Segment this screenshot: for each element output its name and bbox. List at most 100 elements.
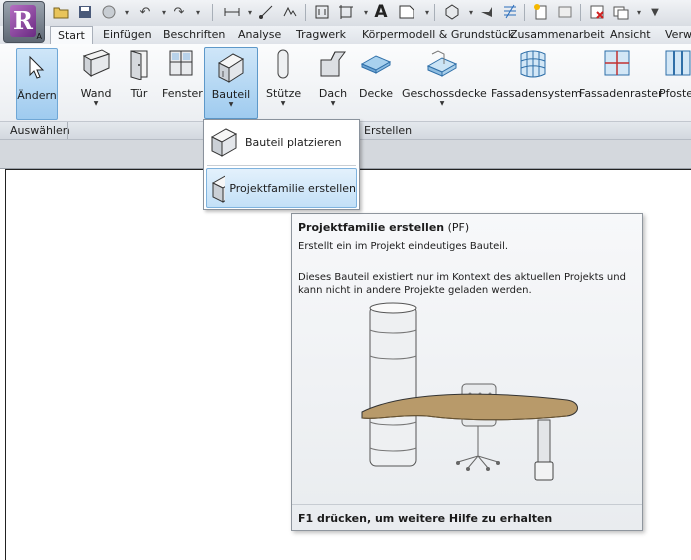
- menu-item-label: Bauteil platzieren: [245, 135, 342, 149]
- wand-button[interactable]: Wand ▼: [78, 48, 114, 108]
- chevron-down-icon[interactable]: ▼: [402, 100, 482, 107]
- bauteil-label: Bauteil: [211, 88, 251, 101]
- dach-label: Dach: [318, 87, 348, 100]
- geschossdecke-label: Geschossdecke: [402, 87, 487, 100]
- chevron-down-icon[interactable]: ▾: [119, 4, 135, 20]
- quick-access-toolbar: ▾ ↶ ▾ ↷ ▾ ▾ ▾ A ▾ ▾ ▾ ▼: [0, 0, 691, 27]
- tooltip: Projektfamilie erstellen (PF) Erstellt e…: [291, 213, 643, 531]
- tab-zusammenarbeit[interactable]: Zusammenarbeit: [510, 26, 605, 43]
- tab-start[interactable]: Start: [50, 26, 93, 45]
- 3d-view-icon[interactable]: [444, 4, 460, 20]
- tooltip-description: Erstellt ein im Projekt eindeutiges Baut…: [298, 241, 509, 252]
- tab-tragwerk[interactable]: Tragwerk: [296, 26, 346, 43]
- application-menu-button[interactable]: R A: [3, 1, 45, 43]
- pfosten-label: Pfoste: [659, 87, 691, 100]
- spot-elevation-icon[interactable]: [282, 4, 298, 20]
- undo-icon[interactable]: ↶: [137, 4, 153, 20]
- wall-icon: [82, 49, 111, 78]
- fassadensystem-button[interactable]: Fassadensystem: [491, 48, 582, 108]
- curtain-system-icon: [520, 50, 546, 78]
- tooltip-title-text: Projektfamilie erstellen: [298, 221, 445, 234]
- tab-ansicht[interactable]: Ansicht: [610, 26, 651, 43]
- menu-item-label: Projektfamilie erstellen: [229, 181, 356, 195]
- chevron-down-icon[interactable]: ▼: [205, 101, 257, 108]
- toolbar-divider: [524, 4, 525, 21]
- chevron-down-icon[interactable]: ▾: [242, 4, 258, 20]
- save-icon[interactable]: [77, 4, 93, 20]
- tab-einfuegen[interactable]: Einfügen: [103, 26, 152, 43]
- measure-icon[interactable]: [224, 4, 240, 20]
- aligned-dimension-icon[interactable]: [258, 4, 274, 20]
- wand-label: Wand: [80, 87, 112, 100]
- tab-analyse[interactable]: Analyse: [238, 26, 281, 43]
- tooltip-help-hint: F1 drücken, um weitere Hilfe zu erhalten: [298, 512, 553, 525]
- dach-button[interactable]: Dach ▼: [316, 48, 350, 108]
- switch-windows-icon[interactable]: [613, 4, 629, 20]
- chevron-down-icon[interactable]: ▾: [156, 4, 172, 20]
- chevron-down-icon[interactable]: ▼: [316, 100, 350, 107]
- tooltip-shortcut: (PF): [447, 221, 470, 234]
- toolbar-divider: [305, 4, 306, 21]
- open-icon[interactable]: [53, 4, 69, 20]
- section-icon[interactable]: [478, 4, 494, 20]
- door-icon: [130, 50, 148, 80]
- chevron-down-icon[interactable]: ▾: [463, 4, 479, 20]
- tab-beschriften[interactable]: Beschriften: [163, 26, 225, 43]
- fenster-button[interactable]: Fenster: [162, 48, 203, 108]
- section-box-icon[interactable]: [338, 4, 354, 20]
- decke-button[interactable]: Decke: [358, 48, 394, 108]
- toolbar-divider: [434, 4, 435, 21]
- tab-koerpermodell[interactable]: Körpermodell & Grundstück: [362, 26, 514, 43]
- revit-logo: R: [10, 5, 36, 37]
- text-icon[interactable]: A: [373, 2, 389, 22]
- menu-item-bauteil-platzieren[interactable]: Bauteil platzieren: [206, 123, 355, 161]
- chevron-down-icon[interactable]: ▾: [419, 4, 435, 20]
- tuer-button[interactable]: Tür: [125, 48, 153, 108]
- ribbon-tabs: Start Einfügen Beschriften Analyse Tragw…: [0, 26, 691, 45]
- roof-icon: [320, 51, 346, 77]
- tooltip-title: Projektfamilie erstellen (PF): [298, 221, 469, 234]
- tab-verwalten[interactable]: Verwa: [665, 26, 691, 43]
- aendern-label: Ändern: [17, 89, 57, 102]
- tag-icon[interactable]: [314, 4, 330, 20]
- tag-by-category-icon[interactable]: [398, 4, 414, 20]
- menu-item-projektfamilie-erstellen[interactable]: Projektfamilie erstellen: [206, 168, 357, 208]
- fassadenraster-label: Fassadenraster: [579, 87, 663, 100]
- aendern-button[interactable]: Ändern: [16, 48, 58, 120]
- close-hidden-windows-icon[interactable]: [589, 4, 605, 20]
- place-component-icon: [210, 128, 238, 157]
- new-sheet-icon[interactable]: [533, 4, 549, 20]
- thin-lines-icon[interactable]: [502, 4, 518, 20]
- desk-illustration: [361, 302, 578, 481]
- redo-icon[interactable]: ↷: [171, 4, 187, 20]
- ceiling-icon: [360, 55, 392, 74]
- stuetze-button[interactable]: Stütze ▼: [266, 48, 301, 108]
- cursor-icon: [29, 55, 45, 79]
- curtain-grid-icon: [604, 50, 630, 76]
- chevron-down-icon[interactable]: ▾: [631, 4, 647, 20]
- geschossdecke-button[interactable]: Geschossdecke ▼: [402, 48, 487, 108]
- decke-label: Decke: [358, 87, 394, 100]
- model-in-place-icon: [211, 175, 226, 203]
- fassadensystem-label: Fassadensystem: [491, 87, 582, 100]
- panel-divider: [67, 122, 68, 139]
- bauteil-dropdown-menu: Bauteil platzieren Projektfamilie erstel…: [203, 119, 360, 210]
- pfosten-button[interactable]: Pfoste: [659, 48, 691, 108]
- panel-auswaehlen[interactable]: Auswählen: [10, 124, 70, 137]
- chevron-down-icon[interactable]: ▾: [190, 4, 206, 20]
- sync-icon[interactable]: [101, 4, 117, 20]
- fassadenraster-button[interactable]: Fassadenraster: [579, 48, 663, 108]
- chevron-down-icon[interactable]: ▼: [78, 100, 114, 107]
- bauteil-button[interactable]: Bauteil ▼: [204, 47, 258, 119]
- panel-erstellen[interactable]: Erstellen: [364, 124, 412, 137]
- customize-toolbar-icon[interactable]: ▼: [647, 4, 663, 20]
- column-icon: [277, 49, 289, 79]
- chevron-down-icon[interactable]: ▼: [266, 100, 300, 107]
- sheet-icon[interactable]: [557, 4, 573, 20]
- tuer-label: Tür: [130, 87, 148, 100]
- tooltip-long-description: Dieses Bauteil existiert nur im Kontext …: [298, 272, 626, 296]
- toolbar-divider: [580, 4, 581, 21]
- component-icon: [217, 53, 245, 83]
- menu-divider: [207, 165, 356, 166]
- chevron-down-icon[interactable]: ▾: [358, 4, 374, 20]
